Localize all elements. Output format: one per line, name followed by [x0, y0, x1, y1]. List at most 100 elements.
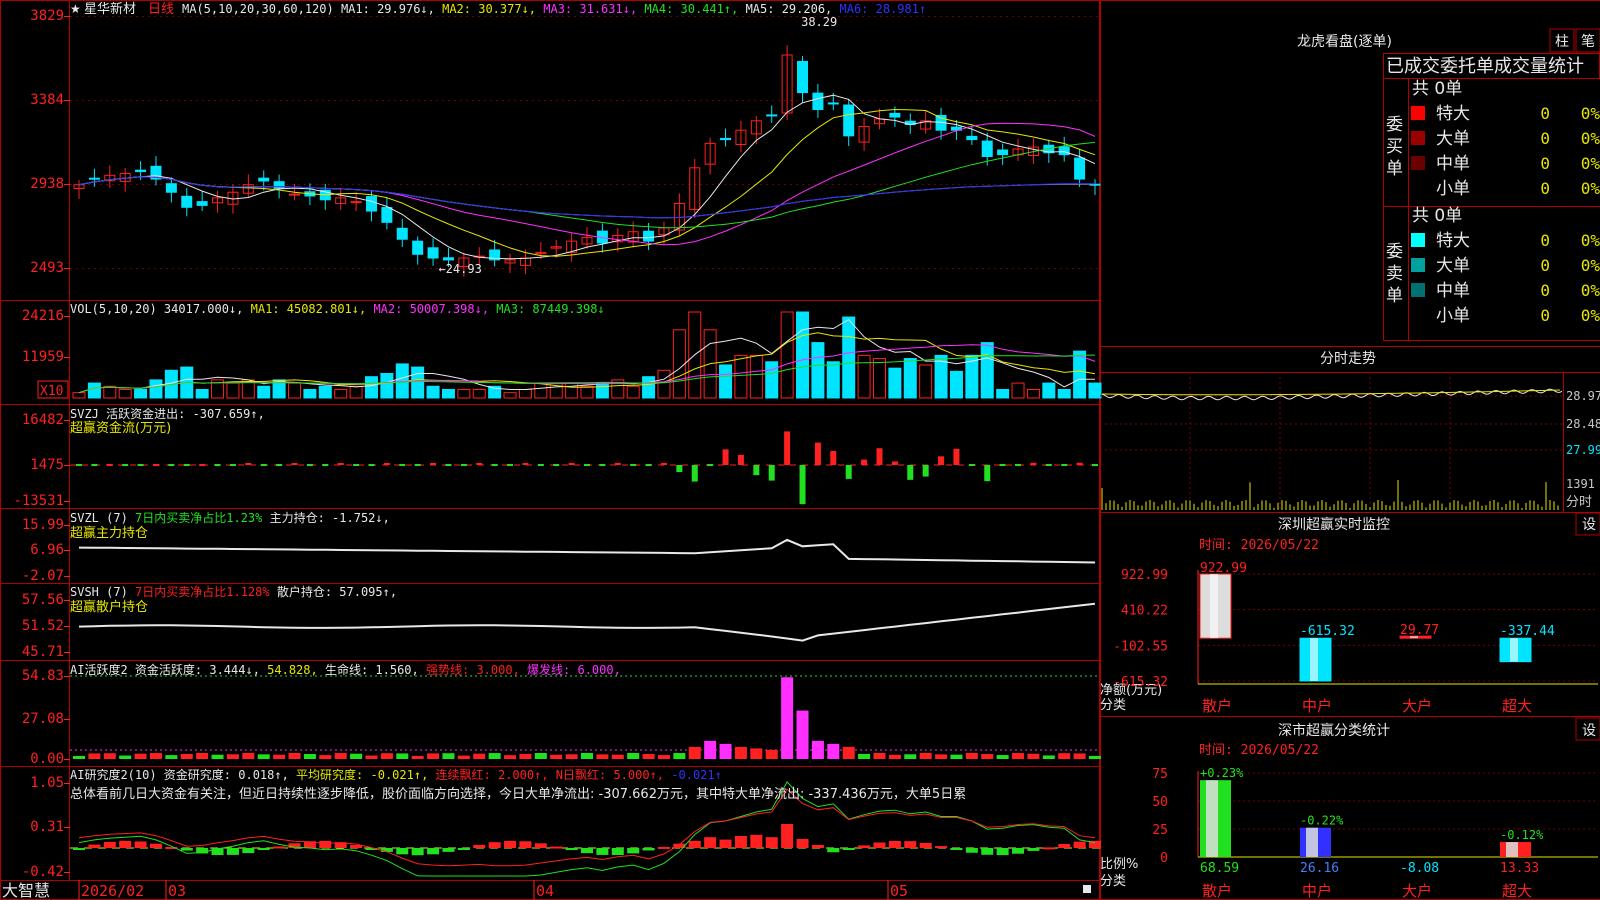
sz-category-label: 散户 — [1202, 697, 1232, 715]
order-type-label: 特大 — [1436, 104, 1470, 124]
intraday-price-label: 27.99 — [1566, 443, 1600, 457]
candle-body — [427, 247, 439, 259]
volume-bar — [118, 388, 132, 399]
volume-bar — [1073, 350, 1087, 399]
candle-body — [412, 240, 424, 255]
lock-icon[interactable] — [1083, 885, 1091, 893]
kline-candles[interactable] — [73, 45, 1101, 277]
y-tick-label: 2938 — [30, 176, 64, 192]
svzj-legend: SVZJ 活跃资金进出: -307.659↑, — [70, 406, 265, 421]
activity-bar — [149, 753, 162, 759]
flow-bar — [1076, 462, 1083, 465]
flow-bar — [399, 464, 406, 466]
sz-class-bar-highlight — [1206, 780, 1218, 857]
legend-item: 散户持仓: 57.095↑, — [270, 584, 397, 599]
activity-bar — [180, 753, 193, 759]
volume-bar — [87, 382, 101, 399]
volume-bar — [919, 364, 933, 399]
candle-body — [843, 104, 855, 137]
volume-bar — [672, 329, 686, 399]
flow-bar — [707, 464, 714, 466]
sz-bar-highlight — [1210, 574, 1218, 639]
flow-bar — [645, 464, 652, 466]
volume-bar — [334, 388, 348, 399]
volume-bars[interactable] — [72, 311, 1102, 399]
activity-bar — [396, 753, 409, 759]
candle-body — [273, 181, 285, 189]
volume-bar — [595, 382, 609, 399]
volume-bar — [134, 388, 148, 399]
sz-monitor-title: 深圳超赢实时监控 — [1278, 516, 1390, 533]
svzl-line[interactable] — [78, 538, 1096, 564]
sz-monitor-chart[interactable]: 922.99 410.22 -102.55 -615.32 922.99 散户 -615.3… — [1113, 561, 1598, 715]
legend-item: MA1: 29.976↓, — [334, 2, 435, 16]
research-bar — [88, 844, 101, 848]
activity-bar — [73, 755, 85, 759]
volume-bar — [642, 376, 656, 399]
activity-bar — [1012, 753, 1025, 759]
research-bar — [950, 848, 963, 850]
svzj-bars[interactable] — [70, 431, 1100, 505]
research-bar — [149, 843, 162, 848]
candle-body — [827, 102, 839, 105]
legend-item: -0.021↑ — [664, 768, 722, 782]
legend-item: 资金研究度: 0.018↑, — [157, 767, 289, 782]
activity-bar — [488, 753, 501, 759]
order-pct: 0% — [1581, 256, 1600, 275]
flow-bar — [229, 464, 236, 466]
research-bar — [319, 840, 332, 848]
kline-legend: ★ 星华新材 日线 MA(5,10,20,30,60,120) MA1: 29.… — [70, 1, 926, 17]
flow-bar — [784, 431, 791, 465]
sz-monitor-xlabel: 分类 — [1100, 698, 1126, 713]
research-bar — [611, 848, 624, 856]
order-pct: 0% — [1581, 306, 1600, 325]
candle-body — [997, 149, 1009, 156]
sz-y-label: 410.22 — [1121, 604, 1168, 619]
side-label-char: 委 — [1386, 242, 1403, 262]
flow-bar — [430, 462, 437, 465]
intraday-price-label: 28.97 — [1566, 389, 1600, 403]
flow-bar — [476, 462, 483, 465]
activity-bar — [1073, 753, 1086, 759]
stock-chart-canvas[interactable]: ★ 星华新材 日线 MA(5,10,20,30,60,120) MA1: 29.… — [0, 0, 1600, 900]
legend-item: 活跃资金进出: -307.659↑, — [99, 406, 265, 421]
flow-bar — [168, 464, 175, 466]
sz-class-chart[interactable]: 75 50 25 0 +0.23% 68.59 散户 -0.22% 26.16 中户 -8.08 大户… — [1152, 766, 1598, 900]
legend-item: 34017.000↓, — [157, 302, 244, 316]
volume-bar — [503, 392, 517, 399]
volume-bar — [349, 385, 363, 399]
legend-item: 7日内买卖净占比1.23% — [128, 510, 263, 525]
order-pct: 0% — [1581, 231, 1600, 250]
flow-bar — [676, 465, 683, 473]
svsh-line[interactable] — [78, 602, 1096, 642]
research-bar — [226, 848, 239, 855]
side-label-char: 单 — [1386, 159, 1403, 179]
intraday-chart[interactable]: 28.97 28.48 27.99 1391 分时 — [1100, 372, 1600, 512]
ai-activity-bars[interactable] — [70, 675, 1101, 759]
research-bar — [858, 845, 871, 848]
flow-bar — [106, 464, 113, 466]
order-value: 0 — [1540, 104, 1550, 123]
research-bar — [519, 841, 532, 848]
legend-item: 资金活跃度: 3.444↓, — [128, 662, 260, 677]
flow-bar — [907, 465, 914, 480]
volume-bar — [149, 379, 163, 399]
volume-legend: VOL(5,10,20) 34017.000↓, MA1: 45082.801↓… — [70, 302, 605, 316]
flow-bar — [968, 464, 975, 466]
date-label: 03 — [168, 882, 186, 900]
sz-class-value-label: -8.08 — [1400, 861, 1439, 876]
volume-bar — [195, 388, 209, 399]
activity-bar — [211, 754, 224, 759]
volume-bar — [565, 382, 579, 399]
flow-bar — [614, 462, 621, 465]
research-bar — [827, 848, 840, 853]
flow-bar — [368, 464, 375, 466]
legend-item: 7日内买卖净占比1.128% — [128, 584, 271, 599]
sz-bar-highlight — [1310, 638, 1318, 681]
flow-bar — [152, 464, 159, 466]
volume-bar — [1042, 382, 1056, 399]
volume-bar — [518, 388, 532, 399]
y-tick-label: -2.07 — [22, 568, 64, 584]
y-tick-label: 24216 — [22, 308, 64, 324]
legend-item: MA2: 50007.398↓, — [366, 302, 489, 316]
